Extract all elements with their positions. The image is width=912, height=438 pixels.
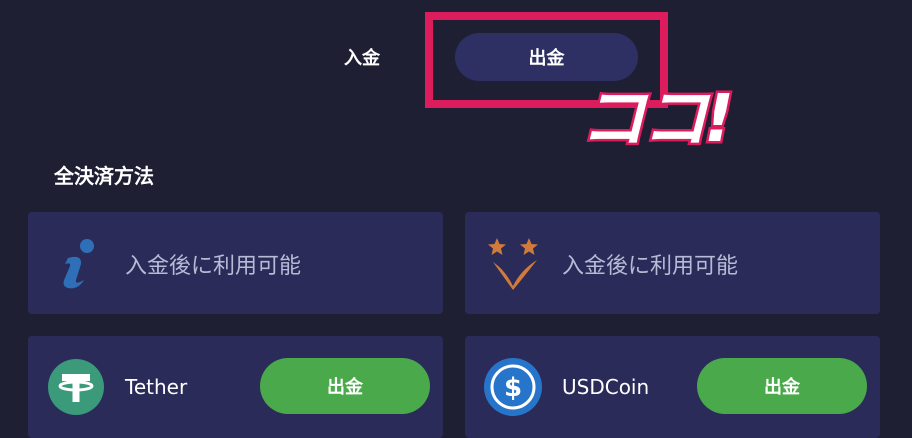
tab-deposit[interactable]: 入金 bbox=[330, 33, 394, 81]
withdraw-button-usdcoin[interactable]: 出金 bbox=[697, 358, 867, 414]
info-icon bbox=[63, 239, 94, 289]
withdraw-button-tether[interactable]: 出金 bbox=[260, 358, 430, 414]
svg-text:$: $ bbox=[504, 373, 522, 403]
payment-card-usdcoin: $ USDCoin 出金 bbox=[465, 336, 880, 438]
coin-name: USDCoin bbox=[562, 375, 650, 399]
payment-card-tether: Tether 出金 bbox=[28, 336, 443, 438]
tether-icon bbox=[48, 359, 104, 415]
section-title: 全決済方法 bbox=[54, 164, 154, 188]
stars-check-icon bbox=[488, 238, 538, 290]
payment-card-locked-1: 入金後に利用可能 bbox=[28, 212, 443, 314]
payment-card-locked-2: 入金後に利用可能 bbox=[465, 212, 880, 314]
card-status-text: 入金後に利用可能 bbox=[125, 254, 302, 279]
usdcoin-icon: $ bbox=[484, 358, 542, 416]
coin-name: Tether bbox=[125, 375, 188, 399]
callout-text: ココ! bbox=[577, 80, 736, 157]
card-status-text: 入金後に利用可能 bbox=[562, 254, 739, 279]
